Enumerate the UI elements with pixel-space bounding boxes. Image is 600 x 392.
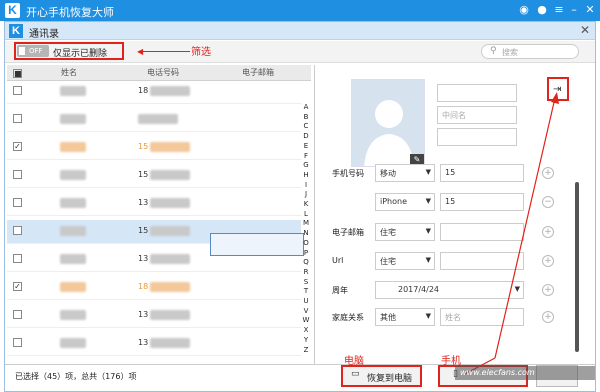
- close-icon[interactable]: ✕: [584, 4, 596, 16]
- menu-icon[interactable]: ≡: [553, 4, 565, 16]
- minimize-icon[interactable]: –: [568, 4, 580, 16]
- wechat-icon[interactable]: ◉: [518, 4, 530, 16]
- app-logo-icon: K: [5, 3, 20, 18]
- watermark: www.elecfans.com: [460, 368, 535, 377]
- contacts-dialog: K 通讯录 ✕ OFF 仅显示已删除 ◀ 筛选 ⚲ 搜索 ■ 姓名 电话号码 电…: [4, 21, 596, 392]
- message-icon[interactable]: ●: [536, 4, 548, 16]
- app-title: 开心手机恢复大师: [26, 6, 114, 19]
- annotation-arrows: [464, 92, 559, 375]
